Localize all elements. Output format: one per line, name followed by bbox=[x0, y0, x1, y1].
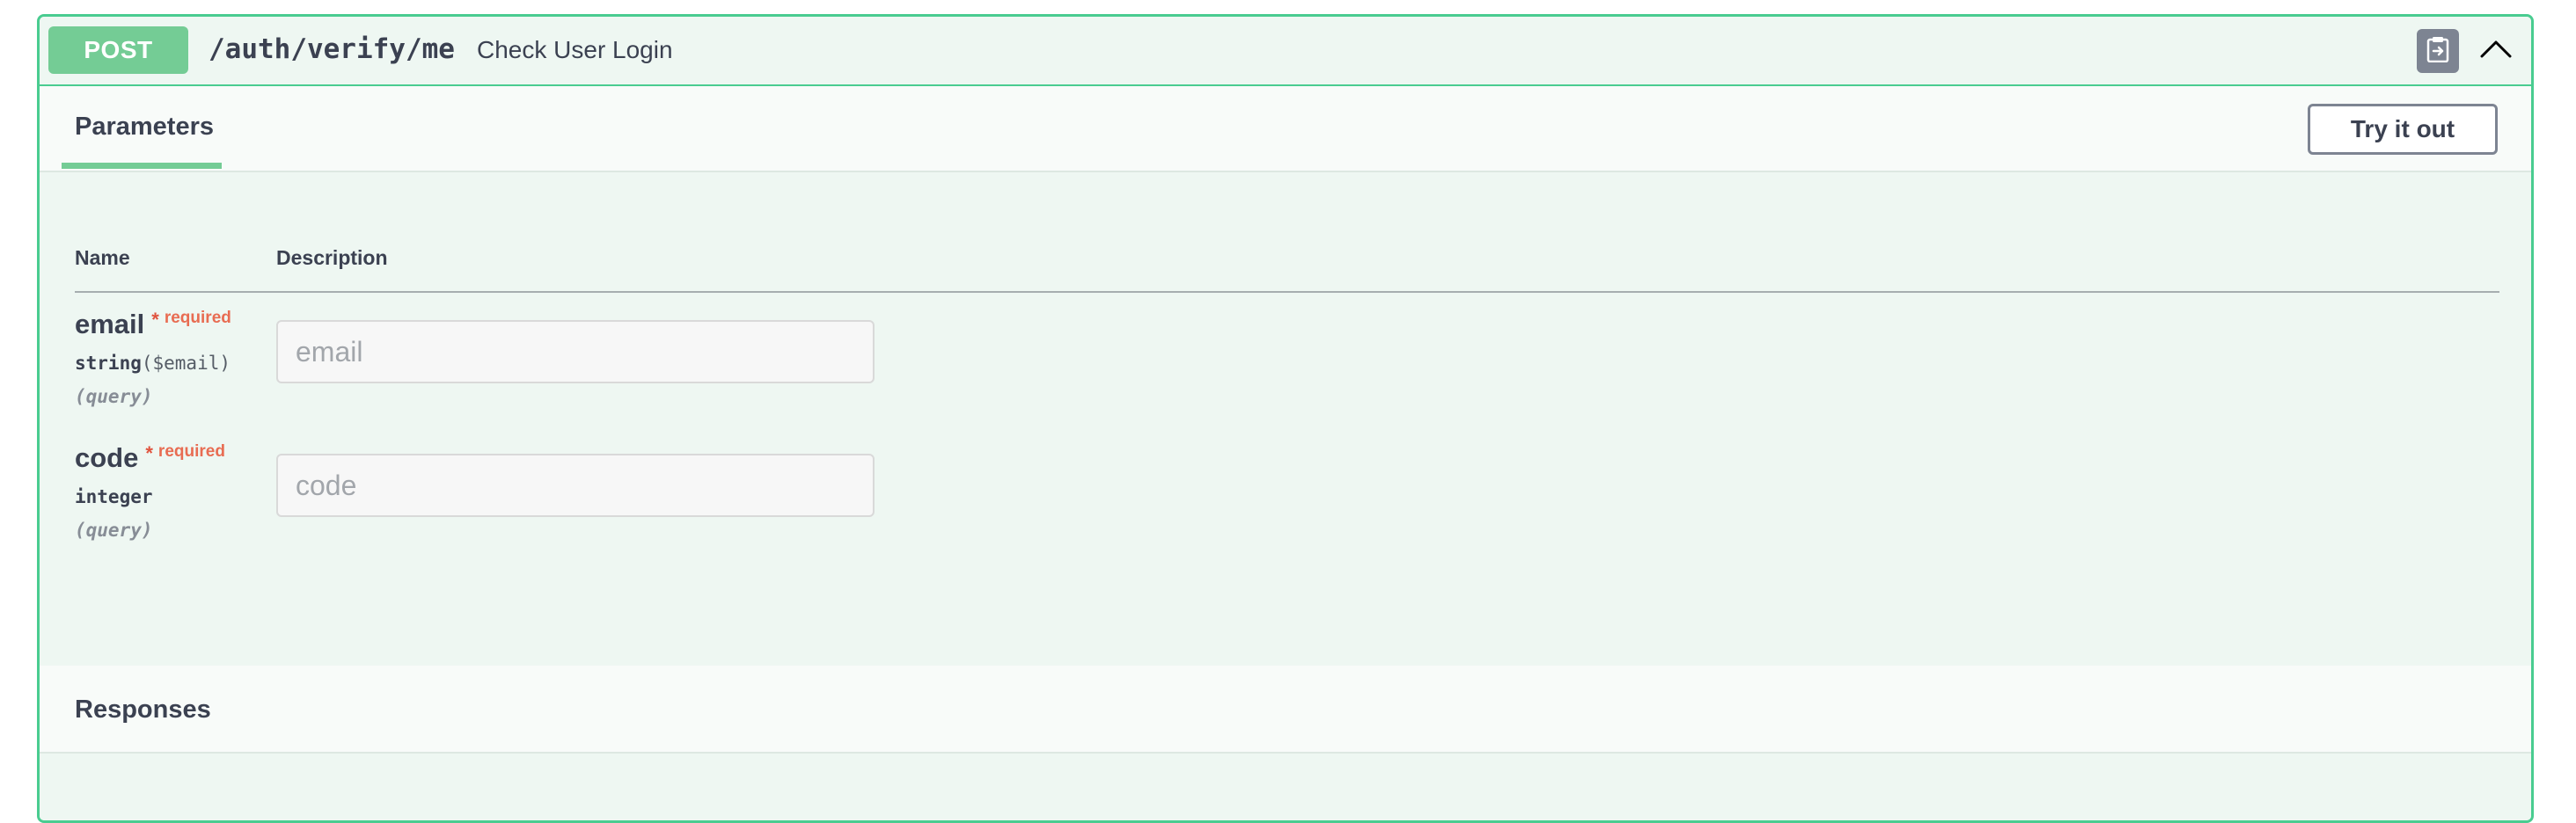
param-code-type: integer bbox=[75, 486, 153, 507]
collapse-button[interactable] bbox=[2477, 31, 2515, 69]
column-header-name: Name bbox=[75, 246, 130, 269]
param-code-location: (query) bbox=[75, 520, 153, 541]
param-email-name: email * required bbox=[75, 309, 231, 340]
param-email-type: string($email) bbox=[75, 353, 231, 374]
try-it-out-button[interactable]: Try it out bbox=[2308, 104, 2498, 155]
chevron-up-icon bbox=[2480, 39, 2512, 62]
column-header-description: Description bbox=[276, 246, 388, 269]
param-name-text: email bbox=[75, 309, 145, 339]
table-header-divider bbox=[75, 291, 2499, 293]
parameters-section: Name Description email * required string($… bbox=[40, 172, 2531, 666]
tab-parameters[interactable]: Parameters bbox=[75, 113, 214, 142]
responses-title: Responses bbox=[75, 696, 211, 724]
copy-path-button[interactable] bbox=[2417, 29, 2459, 73]
parameters-tab-header: Parameters Try it out bbox=[40, 86, 2531, 172]
clipboard-copy-icon bbox=[2426, 36, 2449, 67]
param-format-text: ($email) bbox=[141, 353, 231, 374]
param-name-text: code bbox=[75, 442, 139, 473]
method-badge: POST bbox=[48, 26, 188, 74]
operation-summary[interactable]: POST /auth/verify/me Check User Login bbox=[40, 17, 2531, 86]
param-code-name: code * required bbox=[75, 442, 225, 474]
required-label: required bbox=[164, 309, 231, 327]
param-type-text: integer bbox=[75, 486, 153, 507]
param-type-text: string bbox=[75, 353, 142, 374]
required-star: * bbox=[151, 309, 159, 331]
operation-path: /auth/verify/me bbox=[209, 33, 455, 65]
operation-block: POST /auth/verify/me Check User Login Pa… bbox=[37, 14, 2534, 823]
responses-header: Responses bbox=[40, 666, 2531, 754]
responses-body bbox=[40, 754, 2531, 820]
param-email-location: (query) bbox=[75, 386, 153, 407]
tab-active-indicator bbox=[62, 163, 222, 169]
required-star: * bbox=[145, 442, 153, 464]
code-input[interactable] bbox=[276, 454, 875, 517]
operation-summary-text: Check User Login bbox=[477, 36, 673, 63]
email-input[interactable] bbox=[276, 320, 875, 383]
required-label: required bbox=[157, 442, 225, 461]
